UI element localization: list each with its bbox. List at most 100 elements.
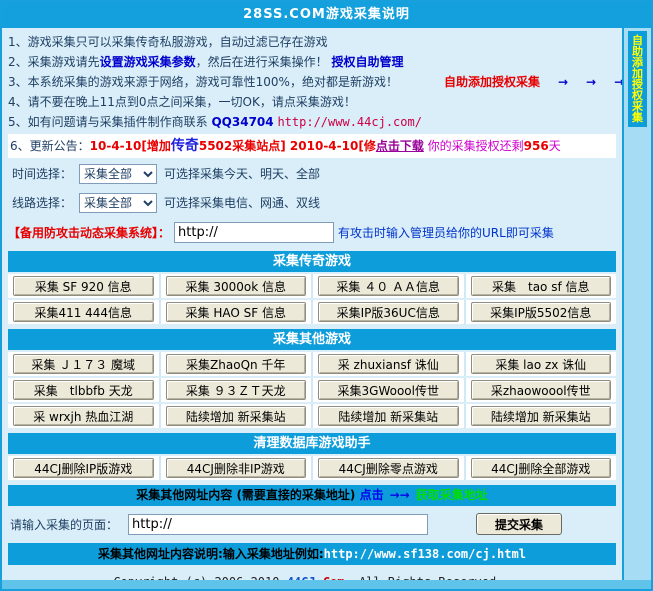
cell: 采集3GWoool传世 [313, 378, 466, 402]
legend-games-row-2: 采集411 444信息 采集 HAO SF 信息 采集IP版36UC信息 采集I… [8, 300, 616, 324]
collect-j173-button[interactable]: 采集 Ｊ１７３ 魔域 [13, 354, 154, 374]
db-cleaner-row: 44CJ删除IP版游戏 44CJ删除非IP游戏 44CJ删除零点游戏 44CJ删… [8, 456, 616, 480]
collect-3000ok-button[interactable]: 采集 3000ok 信息 [166, 276, 307, 296]
notice-2-mid: ，然后在进行采集操作！ [196, 55, 332, 69]
bottom-strip [2, 580, 651, 589]
cell: 采集IP版36UC信息 [313, 300, 466, 324]
vendor-url-link[interactable]: http://www.44cj.com/ [277, 115, 422, 129]
collect-zhaoqn-button[interactable]: 采集ZhaoQn 千年 [166, 354, 307, 374]
auth-self-manage-link[interactable]: 授权自助管理 [332, 55, 404, 69]
delete-zero-games-button[interactable]: 44CJ删除零点游戏 [318, 458, 459, 478]
cell: 采集 SF 920 信息 [8, 274, 161, 298]
legend-games-row-1: 采集 SF 920 信息 采集 3000ok 信息 采集 ４０ ＡＡ信息 采集 … [8, 274, 616, 298]
collect-ip-36uc-button[interactable]: 采集IP版36UC信息 [318, 302, 459, 322]
other-games-row-1: 采集 Ｊ１７３ 魔域 采集ZhaoQn 千年 采 zhuxiansf 诛仙 采集… [8, 352, 616, 376]
cell: 采 wrxjh 热血江湖 [8, 404, 161, 428]
section-title-legend-games: 采集传奇游戏 [8, 251, 616, 272]
download-link[interactable]: 点击下载 [376, 139, 424, 153]
cell: 陆续增加 新采集站 [313, 404, 466, 428]
body: 1、游戏采集只可以采集传奇私服游戏，自动过滤已存在游戏 2、采集游戏请先设置游戏… [2, 28, 651, 580]
time-select-label: 时间选择： [12, 165, 72, 182]
notice-3-text: 本系统采集的游戏来源于网络，游戏可靠性100%，绝对都是新游戏！ [28, 75, 398, 89]
section-title-other-games: 采集其他游戏 [8, 329, 616, 350]
section-title-db-cleaner: 清理数据库游戏助手 [8, 433, 616, 454]
cell: 采 zhuxiansf 诛仙 [313, 352, 466, 376]
cell: 采集 Ｊ１７３ 魔域 [8, 352, 161, 376]
main-content: 1、游戏采集只可以采集传奇私服游戏，自动过滤已存在游戏 2、采集游戏请先设置游戏… [2, 28, 624, 580]
copyright-post: . All Rights Reserved . [345, 575, 511, 580]
get-capture-address-link[interactable]: 获取采集地址 [416, 488, 488, 502]
collect-3gwoool-button[interactable]: 采集3GWoool传世 [318, 380, 459, 400]
qq-contact: QQ34704 [211, 115, 273, 129]
collect-40aa-button[interactable]: 采集 ４０ ＡＡ信息 [318, 276, 459, 296]
collect-411-444-button[interactable]: 采集411 444信息 [13, 302, 154, 322]
self-add-auth-link[interactable]: 自助添加授权采集 [444, 75, 540, 89]
collect-haosf-button[interactable]: 采集 HAO SF 信息 [166, 302, 307, 322]
delete-all-games-button[interactable]: 44CJ删除全部游戏 [471, 458, 612, 478]
collect-taosf-button[interactable]: 采集 tao sf 信息 [471, 276, 612, 296]
other-games-row-3: 采 wrxjh 热血江湖 陆续增加 新采集站 陆续增加 新采集站 陆续增加 新采… [8, 404, 616, 428]
line-select-row: 线路选择： 采集全部 可选择采集电信、网通、双线 [8, 189, 616, 216]
time-select-hint: 可选择采集今天、明天、全部 [164, 165, 320, 182]
arrow-right-icon: →→ [390, 488, 410, 502]
cell: 44CJ删除零点游戏 [313, 456, 466, 480]
sidebar-self-add-auth-link[interactable]: 自助添加授权采集 [628, 31, 647, 127]
cell: 采集 ４０ ＡＡ信息 [313, 274, 466, 298]
notice-2-pre: 采集游戏请先 [28, 55, 100, 69]
announcement-label: 更新公告： [30, 139, 90, 153]
notice-4: 4、请不要在晚上11点到0点之间采集，一切OK，请点采集游戏！ [8, 92, 616, 112]
notice-1: 1、游戏采集只可以采集传奇私服游戏，自动过滤已存在游戏 [8, 32, 616, 52]
set-params-link[interactable]: 设置游戏采集参数 [100, 55, 196, 69]
backup-url-input[interactable] [174, 222, 334, 243]
collect-wrxjh-button[interactable]: 采 wrxjh 热血江湖 [13, 406, 154, 426]
copyright-line: Copyright (c) 2006-2010 44CJ.Com. All Ri… [8, 575, 616, 580]
delete-nonip-games-button[interactable]: 44CJ删除非IP游戏 [166, 458, 307, 478]
example-bar: 采集其他网址内容说明:输入采集地址例如:http://www.sf138.com… [8, 543, 616, 565]
auth-days-unit: 天 [549, 139, 561, 153]
brand-44cj-link[interactable]: 44CJ. [287, 575, 323, 580]
notice-3: 3、本系统采集的游戏来源于网络，游戏可靠性100%，绝对都是新游戏！自助添加授权… [8, 72, 616, 92]
click-link[interactable]: 点击 [360, 488, 384, 502]
placeholder-new-site-button[interactable]: 陆续增加 新采集站 [471, 406, 612, 426]
collect-tlbbfb-button[interactable]: 采集 tlbbfb 天龙 [13, 380, 154, 400]
cell: 采集411 444信息 [8, 300, 161, 324]
auth-remaining-text: 你的采集授权还剩 [424, 139, 524, 153]
auth-remaining-days: 956 [524, 139, 549, 153]
example-text: 采集其他网址内容说明:输入采集地址例如: [98, 547, 324, 561]
collect-zhaowoool-button[interactable]: 采zhaowoool传世 [471, 380, 612, 400]
notice-6-num: 6、 [10, 139, 30, 153]
notice-5-pre: 如有问题请与采集插件制作商联系 [28, 115, 212, 129]
cell: 采集 HAO SF 信息 [161, 300, 314, 324]
cell: 采集 ９３ＺＴ天龙 [161, 378, 314, 402]
notice-1-text: 游戏采集只可以采集传奇私服游戏，自动过滤已存在游戏 [28, 35, 328, 49]
placeholder-new-site-button[interactable]: 陆续增加 新采集站 [318, 406, 459, 426]
cell: 陆续增加 新采集站 [466, 404, 617, 428]
right-sidebar: 自助添加授权采集 [624, 28, 651, 580]
cell: 采集ZhaoQn 千年 [161, 352, 314, 376]
delete-ip-games-button[interactable]: 44CJ删除IP版游戏 [13, 458, 154, 478]
line-select[interactable]: 采集全部 [79, 193, 157, 213]
submit-capture-button[interactable]: 提交采集 [476, 513, 562, 535]
cell: 采集IP版5502信息 [466, 300, 617, 324]
placeholder-new-site-button[interactable]: 陆续增加 新采集站 [166, 406, 307, 426]
announcement-date-2: 2010-4-10[修 [290, 139, 376, 153]
backup-system-hint: 有攻击时输入管理员给你的URL即可采集 [338, 224, 554, 241]
time-select[interactable]: 采集全部 [79, 164, 157, 184]
collect-zhuxiansf-button[interactable]: 采 zhuxiansf 诛仙 [318, 354, 459, 374]
arrow-right-icon: → [614, 75, 624, 89]
collect-93zt-button[interactable]: 采集 ９３ＺＴ天龙 [166, 380, 307, 400]
cell: 陆续增加 新采集站 [161, 404, 314, 428]
capture-other-url-text: 采集其他网址内容 (需要直接的采集地址) [136, 488, 359, 502]
copyright-pre: Copyright (c) 2006-2010 [113, 575, 286, 580]
submit-row: 请输入采集的页面： 提交采集 [8, 509, 616, 539]
cell: 采集 tao sf 信息 [466, 274, 617, 298]
page-url-label: 请输入采集的页面： [10, 516, 118, 533]
collect-laozx-button[interactable]: 采集 lao zx 诛仙 [471, 354, 612, 374]
collect-ip-5502-button[interactable]: 采集IP版5502信息 [471, 302, 612, 322]
cell: 44CJ删除全部游戏 [466, 456, 617, 480]
collect-sf920-button[interactable]: 采集 SF 920 信息 [13, 276, 154, 296]
page-url-input[interactable] [128, 514, 428, 535]
cell: 44CJ删除IP版游戏 [8, 456, 161, 480]
notice-5: 5、如有问题请与采集插件制作商联系 QQ34704 http://www.44c… [8, 112, 616, 132]
page-title: 28SS.COM游戏采集说明 [2, 2, 651, 28]
